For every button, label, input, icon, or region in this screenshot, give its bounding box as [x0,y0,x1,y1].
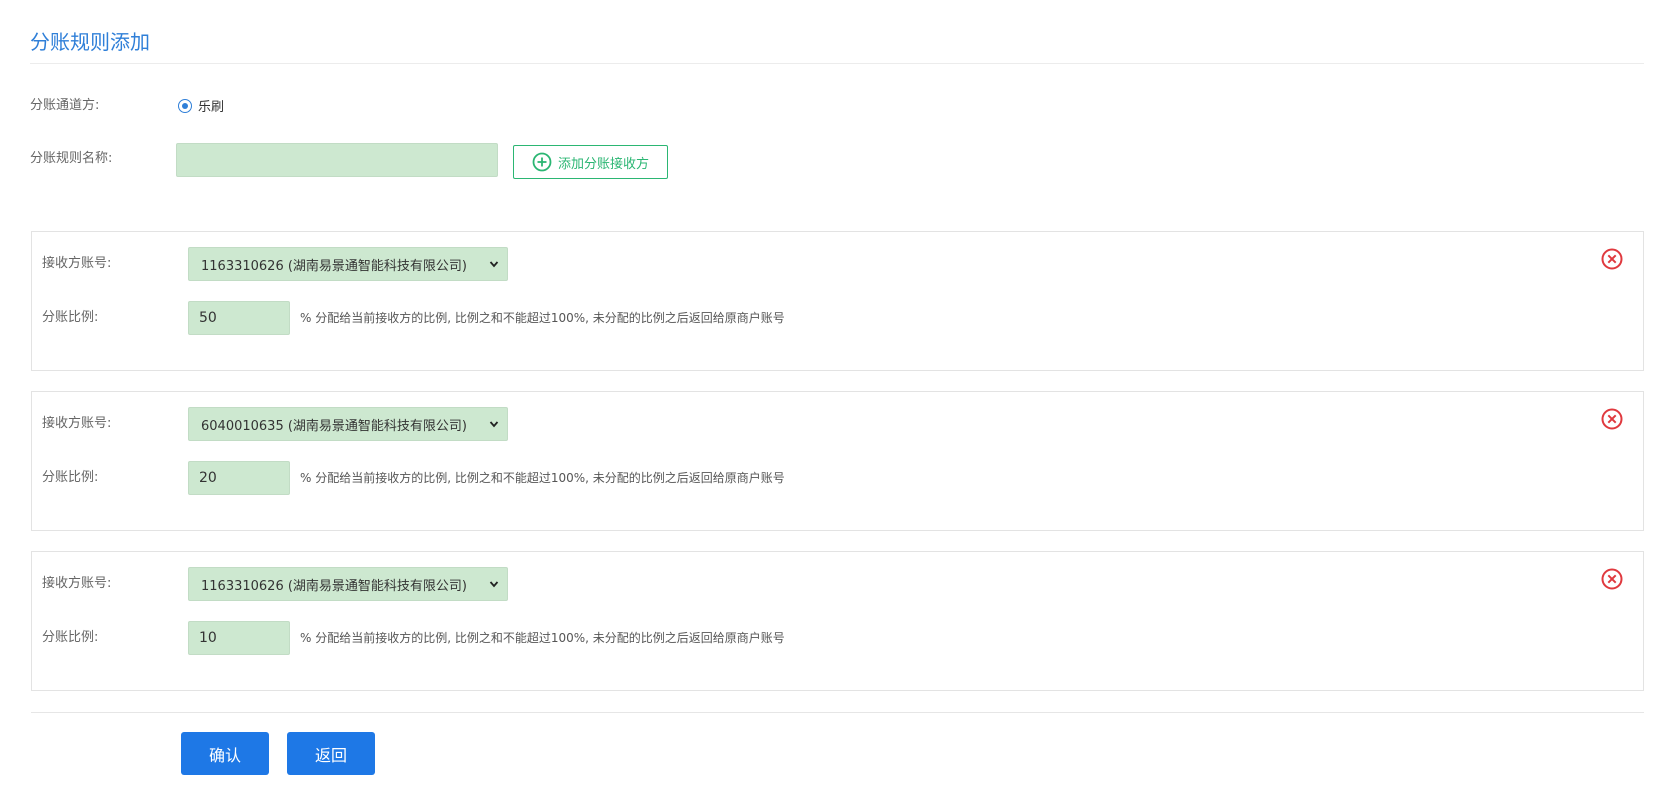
account-select-value: 1163310626 (湖南易景通智能科技有限公司) [201,578,467,594]
page: 分账规则添加 分账通道方: 乐刷 分账规则名称: 添加分账接收方 接收方账号: … [0,0,1667,811]
ratio-label: 分账比例: [42,470,99,485]
ratio-input[interactable] [188,301,290,335]
account-label: 接收方账号: [42,576,112,591]
remove-receiver-icon[interactable] [1600,567,1624,591]
back-button[interactable]: 返回 [287,732,375,775]
remove-receiver-icon[interactable] [1600,407,1624,431]
ratio-hint: % 分配给当前接收方的比例, 比例之和不能超过100%, 未分配的比例之后返回给… [300,631,785,645]
account-select-value: 1163310626 (湖南易景通智能科技有限公司) [201,258,467,274]
chevron-down-icon [489,421,499,428]
receiver-card: 接收方账号: 6040010635 (湖南易景通智能科技有限公司) 分账比例: … [31,391,1644,531]
footer-divider [31,712,1644,713]
confirm-button[interactable]: 确认 [181,732,269,775]
chevron-down-icon [489,581,499,588]
account-select[interactable]: 6040010635 (湖南易景通智能科技有限公司) [188,407,508,441]
add-receiver-button[interactable]: 添加分账接收方 [513,145,668,179]
account-label: 接收方账号: [42,416,112,431]
ratio-hint: % 分配给当前接收方的比例, 比例之和不能超过100%, 未分配的比例之后返回给… [300,471,785,485]
plus-circle-icon [532,152,552,172]
radio-selected-icon[interactable] [178,98,192,113]
receiver-card: 接收方账号: 1163310626 (湖南易景通智能科技有限公司) 分账比例: … [31,551,1644,691]
ratio-label: 分账比例: [42,310,99,325]
ratio-hint: % 分配给当前接收方的比例, 比例之和不能超过100%, 未分配的比例之后返回给… [300,311,785,325]
account-select[interactable]: 1163310626 (湖南易景通智能科技有限公司) [188,567,508,601]
receiver-card: 接收方账号: 1163310626 (湖南易景通智能科技有限公司) 分账比例: … [31,231,1644,371]
add-receiver-label: 添加分账接收方 [557,156,649,172]
channel-radio-leshua[interactable]: 乐刷 [178,96,224,115]
ratio-input[interactable] [188,461,290,495]
account-label: 接收方账号: [42,256,112,271]
ratio-input[interactable] [188,621,290,655]
rule-name-input[interactable] [176,143,498,177]
channel-option-label: 乐刷 [198,100,225,115]
title-divider [30,63,1644,64]
remove-receiver-icon[interactable] [1600,247,1624,271]
rule-name-label: 分账规则名称: [30,151,113,166]
channel-label: 分账通道方: [30,98,100,113]
account-select-value: 6040010635 (湖南易景通智能科技有限公司) [201,418,467,434]
page-title: 分账规则添加 [30,30,150,54]
chevron-down-icon [489,261,499,268]
ratio-label: 分账比例: [42,630,99,645]
account-select[interactable]: 1163310626 (湖南易景通智能科技有限公司) [188,247,508,281]
